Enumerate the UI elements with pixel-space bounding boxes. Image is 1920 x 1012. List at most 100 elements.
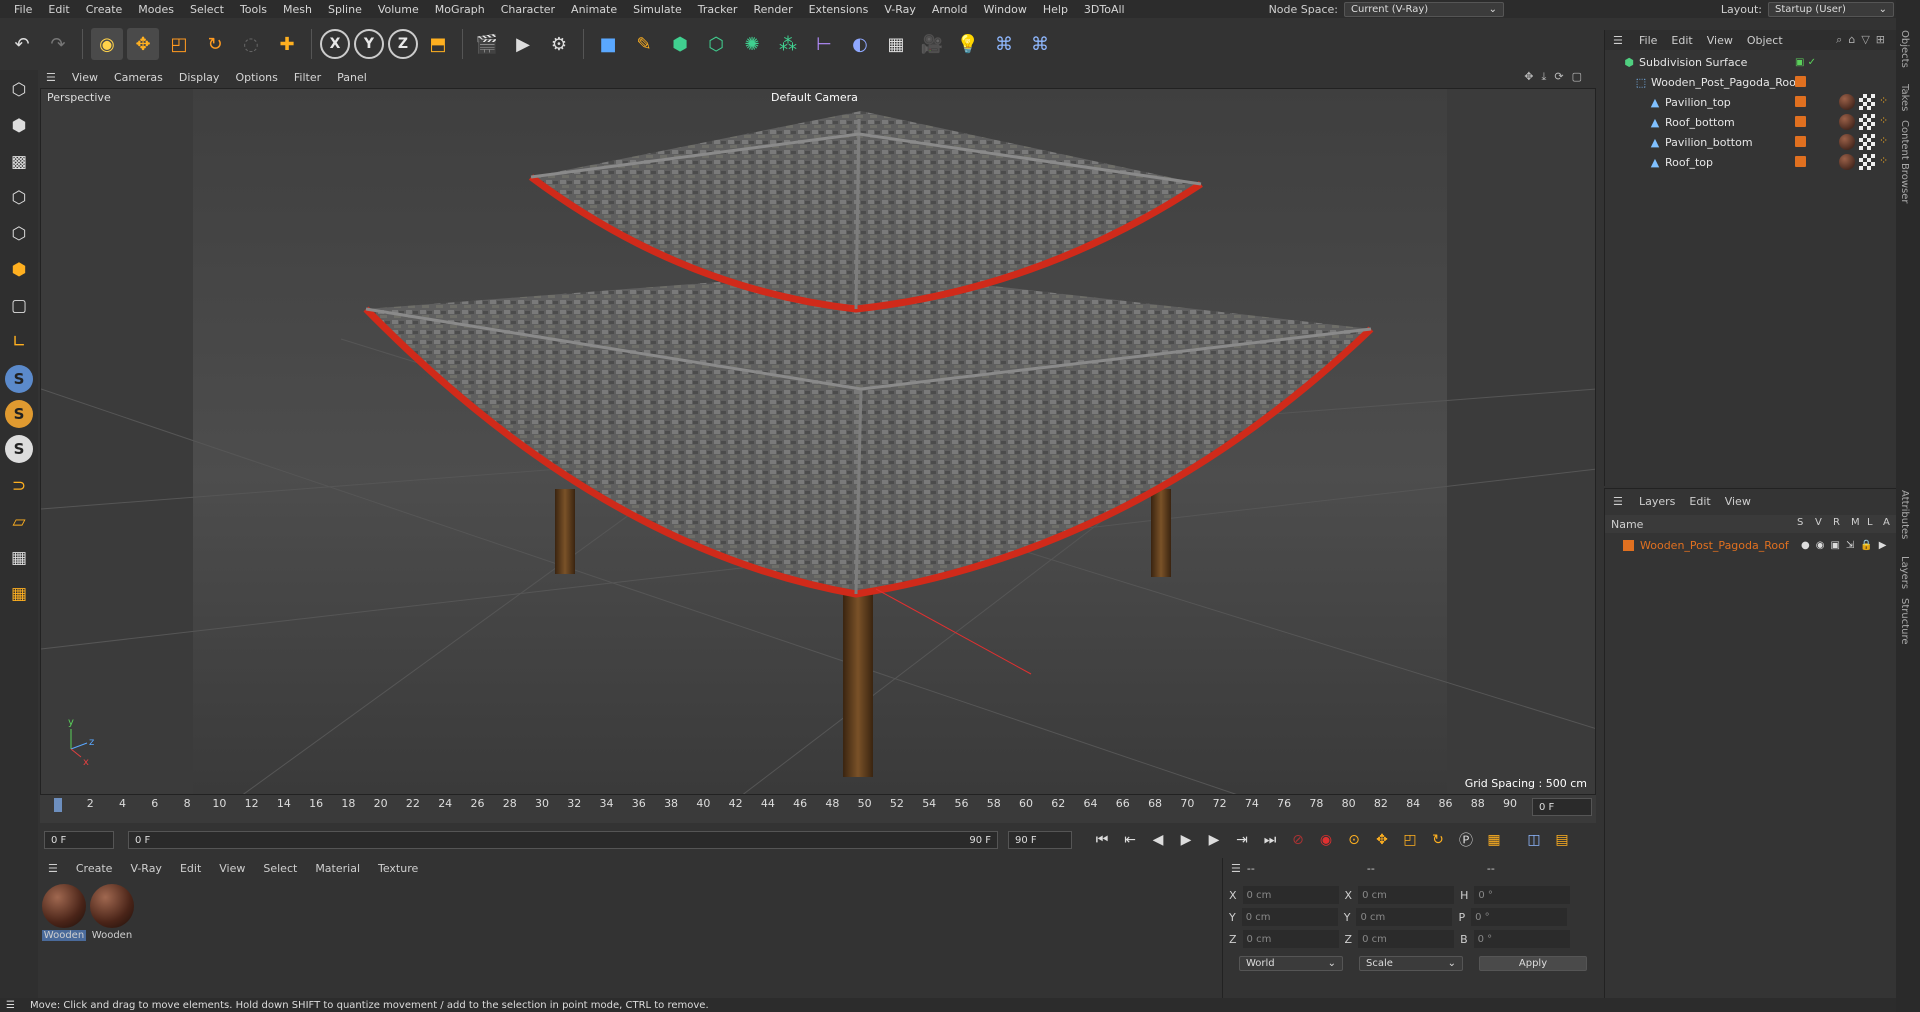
object-row[interactable]: ▲ Pavilion_top ⁘ xyxy=(1605,92,1897,112)
render-region-icon[interactable]: 🎬 xyxy=(471,28,503,60)
timeline-ruler[interactable]: 0246810121416182022242628303234363840424… xyxy=(40,795,1596,823)
previous-frame-icon[interactable]: ◀ xyxy=(1146,828,1170,852)
next-frame-icon[interactable]: ▶ xyxy=(1202,828,1226,852)
object-row[interactable]: ▲ Roof_top ⁘ xyxy=(1605,152,1897,172)
search-icon[interactable]: ⌕⌂▽⊞ xyxy=(1836,33,1891,47)
menu-extensions[interactable]: Extensions xyxy=(801,3,877,16)
menu-window[interactable]: Window xyxy=(975,3,1034,16)
material-menu-select[interactable]: Select xyxy=(263,862,297,875)
polygons-mode-icon[interactable]: ⬢ xyxy=(2,254,36,286)
next-key-icon[interactable]: ⇥ xyxy=(1230,828,1254,852)
end-frame-field[interactable]: 90 F xyxy=(1008,831,1072,849)
preview-range-slider[interactable]: 0 F 90 F xyxy=(128,831,998,849)
object-row[interactable]: ▲ Pavilion_bottom ⁘ xyxy=(1605,132,1897,152)
keyframe-selection-icon[interactable]: ⊙ xyxy=(1342,828,1366,852)
viewport-menu-options[interactable]: Options xyxy=(235,71,277,84)
hamburger-icon[interactable]: ☰ xyxy=(6,1000,15,1011)
field-icon[interactable]: ◐ xyxy=(844,28,876,60)
redo-icon[interactable]: ↷ xyxy=(42,28,74,60)
z-axis-lock-icon[interactable]: Z xyxy=(388,29,418,59)
phong-tag-icon[interactable]: ⁘ xyxy=(1879,134,1888,150)
hamburger-icon[interactable]: ☰ xyxy=(1231,862,1241,875)
tab-structure[interactable]: Structure xyxy=(1899,598,1910,645)
menu-animate[interactable]: Animate xyxy=(563,3,625,16)
tab-takes[interactable]: Takes xyxy=(1899,84,1910,111)
scale-tool-icon[interactable]: ◰ xyxy=(163,28,195,60)
menu-character[interactable]: Character xyxy=(493,3,563,16)
cloner-icon[interactable]: ✺ xyxy=(736,28,768,60)
tab-objects[interactable]: Objects xyxy=(1899,30,1910,68)
menu-volume[interactable]: Volume xyxy=(370,3,427,16)
menu-help[interactable]: Help xyxy=(1035,3,1076,16)
size-x-field[interactable]: 0 cm xyxy=(1358,886,1455,904)
material-menu-edit[interactable]: Edit xyxy=(180,862,201,875)
light-icon[interactable]: 💡 xyxy=(952,28,984,60)
current-frame-field[interactable]: 0 F xyxy=(1532,798,1592,816)
playhead[interactable] xyxy=(54,798,62,812)
layer-color-swatch[interactable] xyxy=(1795,76,1806,87)
viewport-menu-display[interactable]: Display xyxy=(179,71,220,84)
uvw-tag-icon[interactable] xyxy=(1859,134,1875,150)
viewport-menu-panel[interactable]: Panel xyxy=(337,71,367,84)
material-tag-icon[interactable] xyxy=(1839,134,1855,150)
play-icon[interactable]: ▶ xyxy=(1174,828,1198,852)
python-script-icon[interactable]: ⌘ xyxy=(1024,28,1056,60)
material-swatch[interactable]: Wooden xyxy=(90,884,134,941)
uv-mode-icon[interactable]: ▢ xyxy=(2,290,36,322)
menu-render[interactable]: Render xyxy=(745,3,800,16)
layer-menu-edit[interactable]: Edit xyxy=(1689,495,1710,508)
menu-edit[interactable]: Edit xyxy=(40,3,77,16)
edges-mode-icon[interactable]: ⬡ xyxy=(2,218,36,250)
layer-menu-layers[interactable]: Layers xyxy=(1639,495,1675,508)
menu-spline[interactable]: Spline xyxy=(320,3,370,16)
menu-vray[interactable]: V-Ray xyxy=(876,3,924,16)
material-tag-icon[interactable] xyxy=(1839,154,1855,170)
object-row[interactable]: ⬚ Wooden_Post_Pagoda_Roof xyxy=(1605,72,1897,92)
menu-file[interactable]: File xyxy=(6,3,40,16)
rotation-key-icon[interactable]: ↻ xyxy=(1426,828,1450,852)
camera-icon[interactable]: 🎥 xyxy=(916,28,948,60)
layer-color-swatch[interactable] xyxy=(1795,116,1806,127)
menu-mesh[interactable]: Mesh xyxy=(275,3,320,16)
layer-color-swatch[interactable] xyxy=(1795,136,1806,147)
record-keys-icon[interactable]: ⊘ xyxy=(1286,828,1310,852)
tab-attributes[interactable]: Attributes xyxy=(1899,490,1910,539)
dope-sheet-icon[interactable]: ▤ xyxy=(1550,828,1574,852)
layer-color-swatch[interactable] xyxy=(1623,539,1634,551)
menu-3dtoall[interactable]: 3DToAll xyxy=(1076,3,1133,16)
viewport-nav-icons[interactable]: ✥⤓⟳▢ xyxy=(1524,70,1590,84)
menu-mograph[interactable]: MoGraph xyxy=(427,3,493,16)
workplane-snap-icon[interactable]: S xyxy=(5,435,33,463)
rotation-h-field[interactable]: 0 ° xyxy=(1474,886,1571,904)
hamburger-icon[interactable]: ☰ xyxy=(1613,495,1623,508)
magnet-icon[interactable]: ⊃ xyxy=(2,470,36,502)
check-icon[interactable]: ▣ ✓ xyxy=(1795,57,1816,68)
layer-color-swatch[interactable] xyxy=(1795,96,1806,107)
pla-key-icon[interactable]: ▦ xyxy=(1482,828,1506,852)
menu-select[interactable]: Select xyxy=(182,3,232,16)
node-space-dropdown[interactable]: Current (V-Ray) ⌄ xyxy=(1344,1,1504,17)
object-menu-object[interactable]: Object xyxy=(1747,34,1783,47)
3d-viewport[interactable]: y z x Perspective Default Camera Grid Sp… xyxy=(40,88,1596,795)
floor-icon[interactable]: ▦ xyxy=(880,28,912,60)
model-mode-icon[interactable]: ⬢ xyxy=(2,110,36,142)
cube-icon[interactable]: ■ xyxy=(592,28,624,60)
bend-deformer-icon[interactable]: ⊢ xyxy=(808,28,840,60)
move-tool-icon[interactable]: ✥ xyxy=(127,28,159,60)
phong-tag-icon[interactable]: ⁘ xyxy=(1879,94,1888,110)
object-row[interactable]: ⬢ Subdivision Surface ▣ ✓ xyxy=(1605,52,1897,72)
material-menu-material[interactable]: Material xyxy=(315,862,360,875)
size-z-field[interactable]: 0 cm xyxy=(1358,930,1455,948)
menu-tools[interactable]: Tools xyxy=(232,3,275,16)
material-menu-view[interactable]: View xyxy=(219,862,245,875)
menu-simulate[interactable]: Simulate xyxy=(625,3,690,16)
position-x-field[interactable]: 0 cm xyxy=(1242,886,1339,904)
recent-tool-icon[interactable]: ◌ xyxy=(235,28,267,60)
render-view-icon[interactable]: ▶ xyxy=(507,28,539,60)
menu-arnold[interactable]: Arnold xyxy=(924,3,976,16)
previous-key-icon[interactable]: ⇤ xyxy=(1118,828,1142,852)
object-menu-view[interactable]: View xyxy=(1707,34,1733,47)
x-axis-lock-icon[interactable]: X xyxy=(320,29,350,59)
snap-settings-icon[interactable]: S xyxy=(5,400,33,428)
pen-spline-icon[interactable]: ✎ xyxy=(628,28,660,60)
